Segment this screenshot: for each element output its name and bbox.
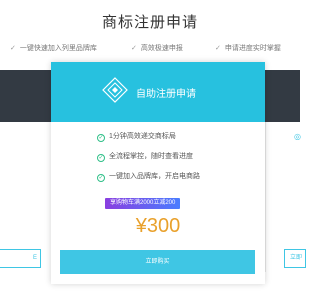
side-plan-card-right: ◎ 立即 <box>265 122 306 272</box>
perk-label: 1分钟高效递交商标局 <box>109 133 176 140</box>
plan-card-title: 自助注册申请 <box>136 89 196 100</box>
check-circle-icon: ✓ <box>97 154 105 162</box>
feature-list: ✓ 一键快速加入列里品牌库 ✓ 高效极速申报 ✓ 申请进度实时掌握 <box>0 42 300 56</box>
perk-item: ✓ 1分钟高效递交商标局 <box>97 131 176 143</box>
feature-label: 高效极速申报 <box>140 45 183 52</box>
check-icon: ✓ <box>131 45 137 52</box>
price-label: ¥300 <box>135 215 181 237</box>
check-circle-icon: ◎ <box>294 132 301 141</box>
perk-label: 全流程掌控，随时查看进度 <box>109 153 193 160</box>
check-circle-icon: ✓ <box>97 174 105 182</box>
perk-item: ✓ 全流程掌控，随时查看进度 <box>97 151 193 163</box>
side-plan-card-left: E <box>0 122 52 272</box>
page-title: 商标注册申请 <box>101 14 198 31</box>
buy-now-button[interactable]: 立即购买 <box>60 250 255 274</box>
feature-label: 申请进度实时掌握 <box>224 45 281 52</box>
diamond-logo-icon <box>102 77 128 103</box>
check-icon: ✓ <box>10 45 16 52</box>
perk-label: 一键加入品牌库，开启电商路 <box>109 173 200 180</box>
check-circle-icon: ✓ <box>97 134 105 142</box>
perk-item: ✓ 一键加入品牌库，开启电商路 <box>97 171 200 183</box>
feature-item: ✓ 一键快速加入列里品牌库 <box>10 42 97 56</box>
promo-badge: 享购物车满2000立减200 <box>105 198 181 209</box>
plan-card-self-service: 自助注册申请 ✓ 1分钟高效递交商标局 ✓ 全流程掌控，随时查看进度 ✓ 一键加入品牌… <box>51 62 265 284</box>
feature-item: ✓ 申请进度实时掌握 <box>215 42 281 56</box>
side-buy-button-left[interactable]: E <box>0 249 41 268</box>
plan-card-header: 自助注册申请 <box>51 62 265 122</box>
feature-label: 一键快速加入列里品牌库 <box>19 45 97 52</box>
feature-item: ✓ 高效极速申报 <box>131 42 183 56</box>
check-icon: ✓ <box>215 45 221 52</box>
side-buy-button-right[interactable]: 立即 <box>284 249 306 268</box>
